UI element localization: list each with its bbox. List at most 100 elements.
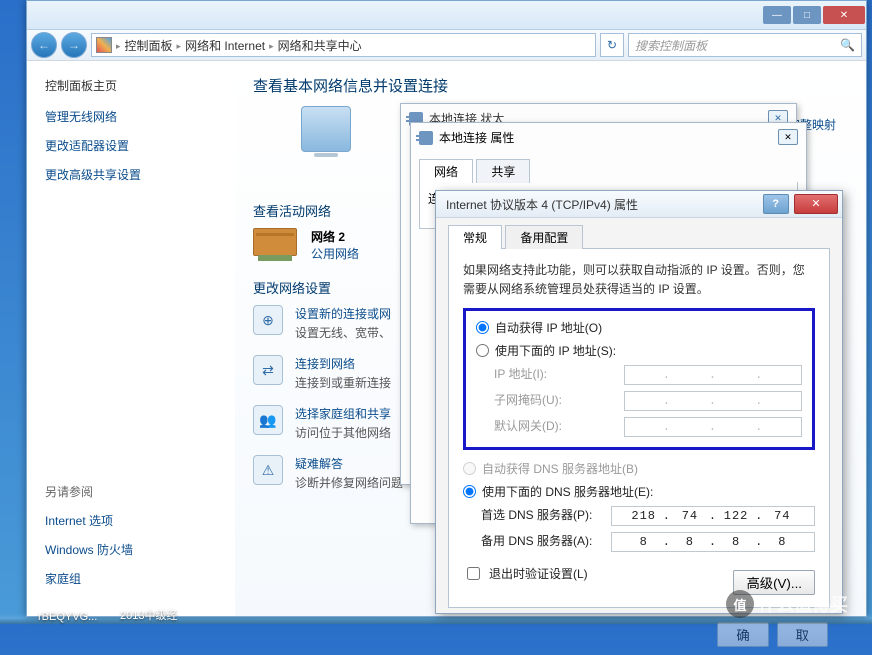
octet[interactable]: 74 <box>769 509 795 523</box>
sidebar: 控制面板主页 管理无线网络 更改适配器设置 更改高级共享设置 另请参阅 Inte… <box>27 61 235 616</box>
close-button[interactable]: ✕ <box>823 6 865 24</box>
new-connection-icon: ⊕ <box>253 305 283 335</box>
gateway-label: 默认网关(D): <box>494 417 614 437</box>
task-title: 选择家庭组和共享 <box>295 405 391 422</box>
sidebar-link-homegroup[interactable]: 家庭组 <box>45 570 235 587</box>
radio-auto-ip[interactable]: 自动获得 IP 地址(O) <box>476 319 802 336</box>
radio-auto-dns: 自动获得 DNS 服务器地址(B) <box>463 460 815 477</box>
octet[interactable]: 8 <box>769 535 795 549</box>
radio-label: 使用下面的 IP 地址(S): <box>495 342 616 359</box>
network-name: 网络 2 <box>311 228 359 245</box>
close-icon[interactable]: ✕ <box>778 129 798 145</box>
close-button[interactable]: ✕ <box>794 194 838 214</box>
description-text: 如果网络支持此功能，则可以获取自动指派的 IP 设置。否则，您需要从网络系统管理… <box>463 261 815 298</box>
cancel-button[interactable]: 取 <box>777 622 828 647</box>
sidebar-link-internet-options[interactable]: Internet 选项 <box>45 512 235 529</box>
maximize-button[interactable]: □ <box>793 6 821 24</box>
octet[interactable]: 8 <box>677 535 703 549</box>
radio-input[interactable] <box>476 321 489 334</box>
tab-strip: 常规 备用配置 <box>448 224 830 249</box>
ip-address-label: IP 地址(I): <box>494 365 614 385</box>
minimize-button[interactable]: — <box>763 6 791 24</box>
dns1-label: 首选 DNS 服务器(P): <box>481 506 601 526</box>
plug-icon <box>419 131 433 145</box>
tab-alternate[interactable]: 备用配置 <box>505 225 583 250</box>
sidebar-link-adapters[interactable]: 更改适配器设置 <box>45 137 235 154</box>
network-type-link[interactable]: 公用网络 <box>311 245 359 262</box>
task-title: 连接到网络 <box>295 355 391 372</box>
page-title: 查看基本网络信息并设置连接 <box>253 75 848 96</box>
tab-general[interactable]: 常规 <box>448 225 502 250</box>
forward-button[interactable]: → <box>61 32 87 58</box>
sidebar-link-wireless[interactable]: 管理无线网络 <box>45 108 235 125</box>
dns2-label: 备用 DNS 服务器(A): <box>481 532 601 552</box>
control-panel-icon <box>96 37 112 53</box>
subnet-mask-label: 子网掩码(U): <box>494 391 614 411</box>
watermark-badge-icon: 值 <box>726 590 754 618</box>
watermark-text: 什么值得买 <box>758 591 848 617</box>
troubleshoot-icon: ⚠ <box>253 455 283 485</box>
tab-network[interactable]: 网络 <box>419 159 473 183</box>
octet[interactable]: 8 <box>723 535 749 549</box>
computer-icon <box>301 106 351 152</box>
ipv4-titlebar: Internet 协议版本 4 (TCP/IPv4) 属性 ? ✕ <box>436 191 842 218</box>
see-also-label: 另请参阅 <box>45 483 235 500</box>
taskbar-item[interactable]: 2013中级经 <box>120 607 177 623</box>
radio-input <box>463 462 476 475</box>
octet[interactable]: 74 <box>677 509 703 523</box>
chevron-right-icon <box>177 38 182 52</box>
task-title: 设置新的连接或网 <box>295 305 391 322</box>
radio-label: 自动获得 IP 地址(O) <box>495 319 602 336</box>
back-button[interactable]: ← <box>31 32 57 58</box>
sidebar-title: 控制面板主页 <box>45 77 235 94</box>
radio-label: 使用下面的 DNS 服务器地址(E): <box>482 483 653 500</box>
titlebar: — □ ✕ <box>27 1 866 30</box>
dns1-field[interactable]: 218. 74. 122. 74 <box>611 506 815 526</box>
tab-sharing[interactable]: 共享 <box>476 159 530 183</box>
dns2-field[interactable]: 8. 8. 8. 8 <box>611 532 815 552</box>
radio-input[interactable] <box>476 344 489 357</box>
radio-input[interactable] <box>463 485 476 498</box>
chevron-right-icon <box>116 38 121 52</box>
task-title: 疑难解答 <box>295 455 403 472</box>
subnet-mask-field: ... <box>624 391 802 411</box>
octet[interactable]: 122 <box>723 509 749 523</box>
connect-icon: ⇄ <box>253 355 283 385</box>
bench-icon <box>253 228 297 256</box>
sidebar-link-sharing[interactable]: 更改高级共享设置 <box>45 166 235 183</box>
task-desc: 连接到或重新连接 <box>295 374 391 391</box>
checkbox-input[interactable] <box>467 567 480 580</box>
ipv4-properties-dialog: Internet 协议版本 4 (TCP/IPv4) 属性 ? ✕ 常规 备用配… <box>435 190 843 614</box>
refresh-button[interactable]: ↻ <box>600 33 624 57</box>
breadcrumb[interactable]: 控制面板 网络和 Internet 网络和共享中心 <box>91 33 596 57</box>
tab-panel-general: 如果网络支持此功能，则可以获取自动指派的 IP 设置。否则，您需要从网络系统管理… <box>448 249 830 608</box>
ok-button[interactable]: 确 <box>717 622 768 647</box>
task-desc: 设置无线、宽带、 <box>295 324 391 341</box>
breadcrumb-item[interactable]: 网络和共享中心 <box>278 37 362 54</box>
task-desc: 访问位于其他网络 <box>295 424 391 441</box>
dialog-title: 本地连接 属性 <box>439 129 514 146</box>
sidebar-link-firewall[interactable]: Windows 防火墙 <box>45 541 235 558</box>
checkbox-label: 退出时验证设置(L) <box>489 565 588 582</box>
task-desc: 诊断并修复网络问题 <box>295 474 403 491</box>
ip-settings-highlight: 自动获得 IP 地址(O) 使用下面的 IP 地址(S): IP 地址(I): … <box>463 308 815 450</box>
ip-address-field: ... <box>624 365 802 385</box>
radio-manual-ip[interactable]: 使用下面的 IP 地址(S): <box>476 342 802 359</box>
homegroup-icon: 👥 <box>253 405 283 435</box>
watermark: 值 什么值得买 <box>726 590 848 618</box>
dialog-title: Internet 协议版本 4 (TCP/IPv4) 属性 <box>446 196 638 213</box>
search-input[interactable]: 搜索控制面板 🔍 <box>628 33 862 57</box>
octet[interactable]: 218 <box>631 509 657 523</box>
gateway-field: ... <box>624 417 802 437</box>
help-button[interactable]: ? <box>763 194 789 214</box>
search-icon: 🔍 <box>840 38 855 52</box>
octet[interactable]: 8 <box>631 535 657 549</box>
breadcrumb-item[interactable]: 控制面板 <box>125 37 173 54</box>
breadcrumb-item[interactable]: 网络和 Internet <box>185 37 265 54</box>
radio-manual-dns[interactable]: 使用下面的 DNS 服务器地址(E): <box>463 483 815 500</box>
taskbar-item[interactable]: rBEQYVG... <box>38 611 97 623</box>
search-placeholder: 搜索控制面板 <box>635 37 707 54</box>
radio-label: 自动获得 DNS 服务器地址(B) <box>482 460 638 477</box>
navbar: ← → 控制面板 网络和 Internet 网络和共享中心 ↻ 搜索控制面板 🔍 <box>27 30 866 61</box>
chevron-right-icon <box>269 38 274 52</box>
